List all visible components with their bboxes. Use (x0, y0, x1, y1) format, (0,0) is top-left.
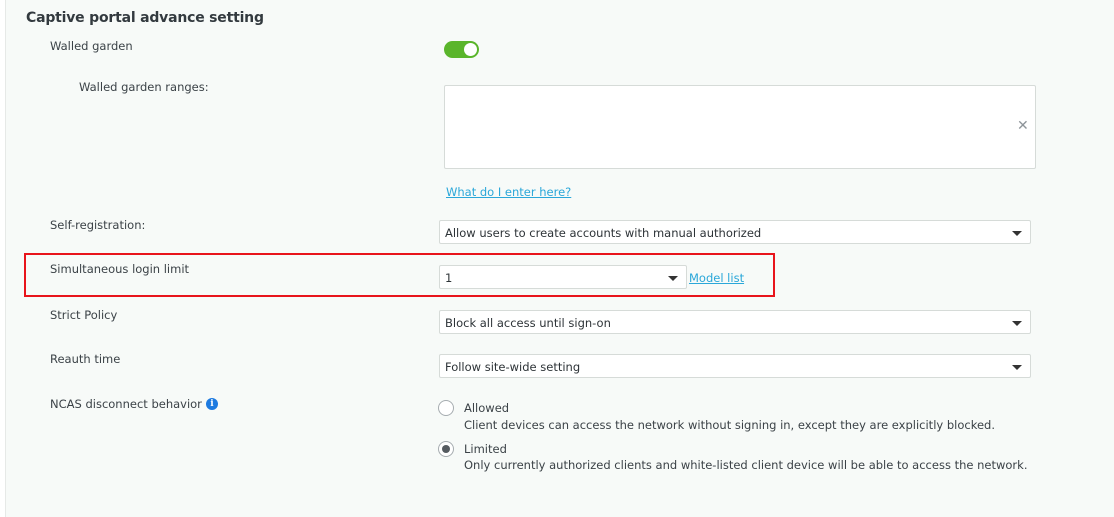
settings-panel: Captive portal advance setting Walled ga… (5, 0, 1114, 517)
section-title: Captive portal advance setting (26, 10, 264, 26)
info-icon[interactable]: i (206, 398, 218, 410)
simultaneous-login-label: Simultaneous login limit (50, 262, 190, 276)
reauth-time-value: Follow site-wide setting (445, 360, 581, 374)
clear-icon[interactable]: ✕ (1017, 119, 1029, 133)
strict-policy-label: Strict Policy (50, 308, 118, 322)
toggle-knob (464, 43, 477, 56)
simultaneous-login-select[interactable]: 1 (439, 265, 687, 289)
strict-policy-value: Block all access until sign-on (445, 316, 611, 330)
radio-allowed[interactable] (438, 400, 454, 416)
chevron-down-icon (1012, 231, 1022, 236)
strict-policy-select[interactable]: Block all access until sign-on (439, 310, 1031, 334)
self-registration-value: Allow users to create accounts with manu… (445, 226, 762, 240)
walled-garden-toggle[interactable] (444, 41, 479, 58)
radio-allowed-title: Allowed (464, 401, 510, 415)
chevron-down-icon (1012, 321, 1022, 326)
reauth-time-select[interactable]: Follow site-wide setting (439, 354, 1031, 378)
radio-limited-title: Limited (464, 442, 507, 456)
walled-garden-ranges-input[interactable] (444, 85, 1036, 169)
radio-limited[interactable] (438, 441, 454, 457)
walled-garden-ranges-label: Walled garden ranges: (79, 80, 209, 94)
help-link[interactable]: What do I enter here? (446, 185, 571, 199)
reauth-time-label: Reauth time (50, 352, 121, 366)
radio-allowed-description: Client devices can access the network wi… (464, 418, 995, 432)
model-list-link[interactable]: Model list (689, 271, 744, 285)
simultaneous-login-value: 1 (445, 271, 453, 285)
walled-garden-label: Walled garden (50, 39, 133, 53)
radio-limited-description: Only currently authorized clients and wh… (464, 458, 1028, 472)
chevron-down-icon (668, 276, 678, 281)
self-registration-label: Self-registration: (50, 218, 146, 232)
chevron-down-icon (1012, 365, 1022, 370)
self-registration-select[interactable]: Allow users to create accounts with manu… (439, 220, 1031, 244)
ncas-label: NCAS disconnect behavior (50, 397, 202, 411)
